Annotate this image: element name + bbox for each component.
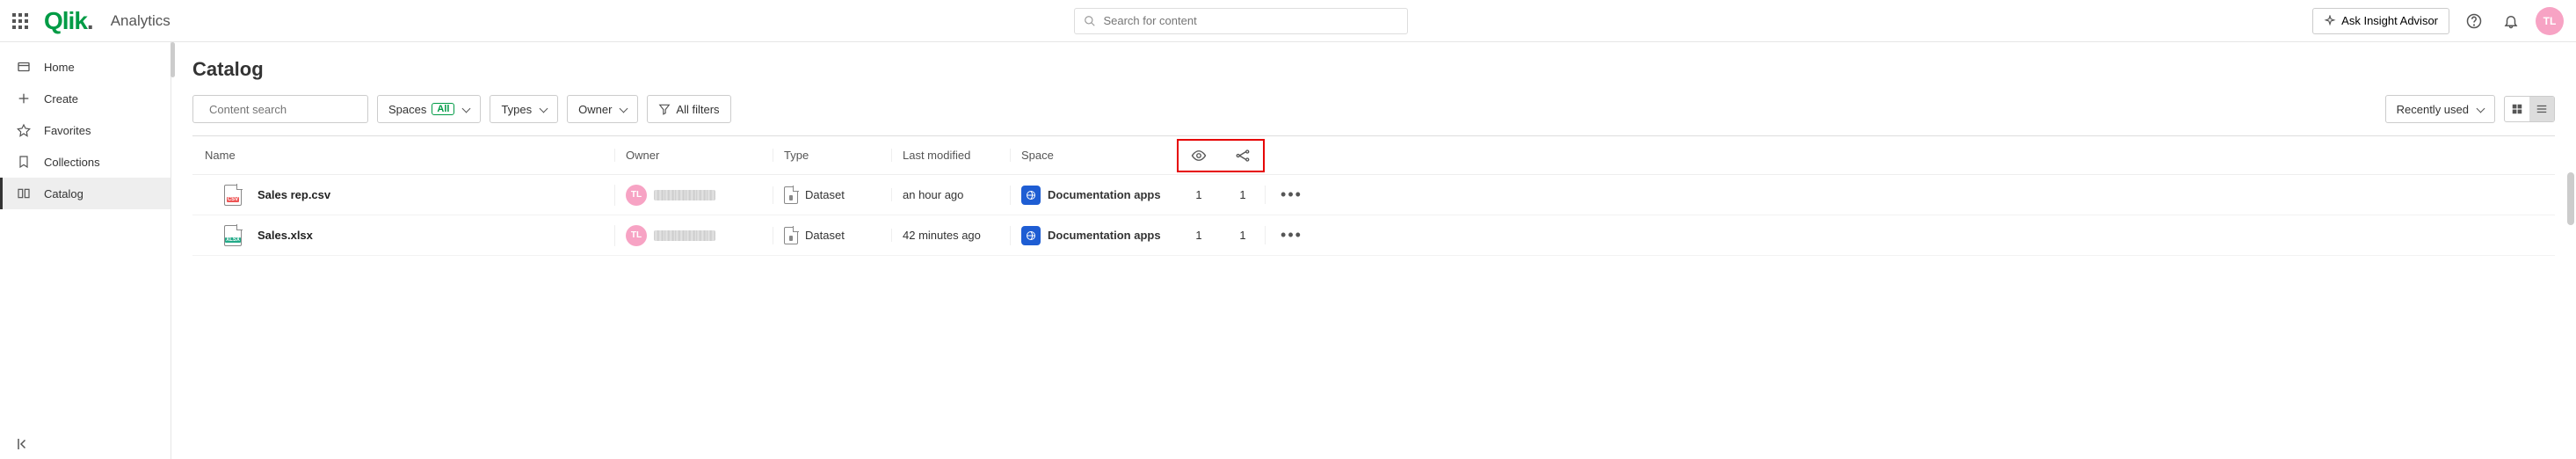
sidebar: Home Create Favorites Collections Catalo… — [0, 42, 171, 459]
filter-types[interactable]: Types — [490, 95, 558, 123]
column-space[interactable]: Space — [1010, 149, 1177, 162]
table-header: Name Owner Type Last modified Space — [192, 136, 2555, 175]
owner-name-redacted — [654, 190, 715, 200]
column-type[interactable]: Type — [773, 149, 891, 162]
content-search[interactable] — [192, 95, 368, 123]
brand-logo[interactable]: Qlik. — [44, 7, 93, 35]
chevron-down-icon — [2474, 103, 2484, 116]
views-count: 1 — [1195, 188, 1201, 201]
catalog-icon — [16, 186, 32, 201]
search-icon — [1084, 15, 1096, 27]
home-icon — [16, 59, 32, 75]
uses-count: 1 — [1239, 229, 1245, 242]
chevron-down-icon — [617, 103, 627, 116]
filter-owner[interactable]: Owner — [567, 95, 638, 123]
file-name: Sales rep.csv — [258, 188, 330, 201]
space-label: Documentation apps — [1048, 229, 1161, 242]
modified-label: an hour ago — [903, 188, 963, 201]
column-modified[interactable]: Last modified — [891, 149, 1010, 162]
owner-avatar: TL — [626, 225, 647, 246]
sidebar-item-label: Collections — [44, 156, 100, 169]
sidebar-item-label: Catalog — [44, 187, 83, 200]
section-title: Analytics — [111, 12, 171, 30]
sidebar-item-label: Create — [44, 92, 78, 106]
sidebar-item-collections[interactable]: Collections — [0, 146, 171, 178]
uses-count: 1 — [1239, 188, 1245, 201]
bookmark-icon — [16, 154, 32, 170]
owner-avatar: TL — [626, 185, 647, 206]
table-row[interactable]: CSV Sales rep.csv TL Dataset an hour ago… — [192, 175, 2555, 215]
catalog-table: Name Owner Type Last modified Space CSV … — [192, 135, 2555, 256]
space-label: Documentation apps — [1048, 188, 1161, 201]
global-search[interactable] — [1074, 8, 1408, 34]
collapse-sidebar-button[interactable] — [16, 436, 32, 452]
global-search-input[interactable] — [1103, 14, 1398, 27]
grid-icon — [2511, 103, 2523, 115]
row-actions-button[interactable]: ••• — [1266, 226, 1317, 244]
app-launcher-icon[interactable] — [12, 13, 28, 29]
owner-name-redacted — [654, 230, 715, 241]
plus-icon — [16, 91, 32, 106]
help-button[interactable] — [2462, 9, 2486, 33]
content-search-input[interactable] — [209, 103, 364, 116]
file-csv-icon: CSV — [224, 185, 242, 206]
file-xlsx-icon: XLSX — [224, 225, 242, 246]
views-count: 1 — [1195, 229, 1201, 242]
filter-icon — [658, 103, 671, 115]
dataset-icon — [784, 186, 798, 204]
space-icon — [1021, 186, 1041, 205]
file-name: Sales.xlsx — [258, 229, 313, 242]
collapse-icon — [16, 436, 32, 452]
top-bar: Qlik. Analytics Ask Insight Advisor TL — [0, 0, 2576, 42]
space-icon — [1021, 226, 1041, 245]
highlight-annotation — [1177, 139, 1265, 172]
sidebar-item-create[interactable]: Create — [0, 83, 171, 114]
filter-spaces[interactable]: Spaces All — [377, 95, 481, 123]
sort-dropdown[interactable]: Recently used — [2385, 95, 2495, 123]
sidebar-item-favorites[interactable]: Favorites — [0, 114, 171, 146]
sparkle-icon — [2324, 15, 2336, 27]
modified-label: 42 minutes ago — [903, 229, 981, 242]
bell-icon — [2503, 13, 2519, 29]
type-label: Dataset — [805, 229, 845, 242]
ask-insight-button[interactable]: Ask Insight Advisor — [2312, 8, 2449, 34]
sidebar-item-label: Favorites — [44, 124, 91, 137]
table-row[interactable]: XLSX Sales.xlsx TL Dataset 42 minutes ag… — [192, 215, 2555, 256]
list-view-button[interactable] — [2529, 97, 2554, 121]
scrollbar[interactable] — [2567, 172, 2574, 225]
chevron-down-icon — [460, 103, 469, 116]
column-owner[interactable]: Owner — [614, 149, 773, 162]
type-label: Dataset — [805, 188, 845, 201]
view-toggle — [2504, 96, 2555, 122]
help-icon — [2466, 13, 2482, 29]
row-actions-button[interactable]: ••• — [1266, 186, 1317, 204]
dataset-icon — [784, 227, 798, 244]
sidebar-item-catalog[interactable]: Catalog — [0, 178, 171, 209]
user-avatar[interactable]: TL — [2536, 7, 2564, 35]
chevron-down-icon — [537, 103, 547, 116]
grid-view-button[interactable] — [2505, 97, 2529, 121]
filter-all[interactable]: All filters — [647, 95, 730, 123]
list-icon — [2536, 103, 2548, 115]
toolbar: Spaces All Types Owner All filters Recen… — [192, 95, 2555, 123]
sidebar-item-label: Home — [44, 61, 75, 74]
sidebar-item-home[interactable]: Home — [0, 51, 171, 83]
star-icon — [16, 122, 32, 138]
page-title: Catalog — [192, 58, 2555, 81]
notifications-button[interactable] — [2499, 9, 2523, 33]
spaces-badge: All — [432, 103, 454, 115]
column-name[interactable]: Name — [192, 149, 614, 162]
main-content: Catalog Spaces All Types Owner All fi — [171, 42, 2576, 459]
